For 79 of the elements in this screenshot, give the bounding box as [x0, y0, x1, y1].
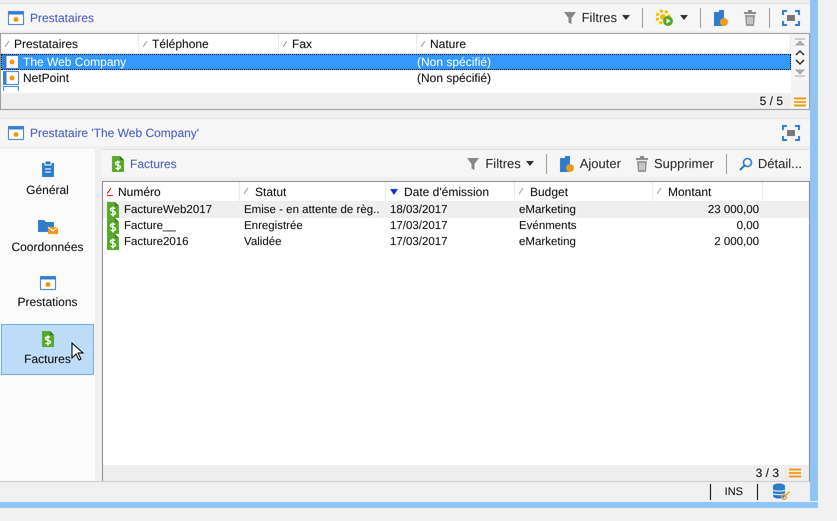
table-cell-text: 17/03/2017 — [389, 220, 449, 232]
scroll-up-icon[interactable] — [795, 49, 805, 56]
dollar-document-icon — [42, 331, 54, 347]
column-header[interactable]: Date d'émission — [386, 182, 515, 201]
table-cell-text: 2 000,00 — [713, 236, 760, 248]
mouse-cursor-icon — [71, 342, 85, 362]
sidebar-item[interactable]: Factures — [1, 324, 94, 375]
column-header[interactable]: Montant — [653, 182, 763, 201]
provider-name: NetPoint — [23, 71, 70, 85]
funnel-icon — [466, 156, 480, 170]
dollar-document-icon — [112, 156, 124, 172]
column-header[interactable]: Prestataires — [1, 34, 139, 53]
table-row[interactable]: FactureWeb2017 Emise - en attente de règ.. 18/03/2017 eMarketing 23 000,00 — [103, 202, 809, 218]
detail-button[interactable]: Détail... — [734, 154, 806, 173]
column-marker-icon — [519, 188, 525, 196]
column-marker-icon — [5, 40, 9, 46]
column-marker-icon — [244, 188, 250, 196]
dollar-document-icon — [107, 234, 119, 250]
folder-envelope-icon — [38, 219, 58, 235]
invoice-number: Facture2016 — [124, 236, 189, 248]
record-counter: 5 / 5 — [760, 94, 783, 108]
table-cell-text: Emise - en attente de règ.. — [243, 204, 381, 216]
table-row[interactable]: Facture2016 Validée 17/03/2017 eMarketing 2 000,00 — [103, 234, 809, 250]
sidebar-item[interactable]: Prestations — [1, 269, 94, 318]
column-marker-icon — [657, 188, 663, 196]
caret-icon — [622, 15, 630, 20]
delete-button[interactable]: Supprimer — [630, 154, 718, 174]
table-row[interactable]: Facture__ Enregistrée 17/03/2017 Evénments 0,00 — [103, 218, 809, 234]
table-cell: (Non spécifié) — [417, 55, 492, 69]
column-marker-icon — [283, 40, 287, 46]
table-cell: (Non spécifié) — [417, 71, 492, 85]
column-header[interactable]: Numéro — [103, 182, 240, 201]
table-cell-text: Enregistrée — [243, 220, 304, 232]
table-cell-text: eMarketing — [518, 236, 577, 248]
caret-icon — [526, 161, 534, 166]
scroll-down-icon[interactable] — [795, 59, 805, 66]
column-header[interactable]: Fax — [279, 34, 417, 53]
database-key-icon — [772, 483, 790, 501]
dollar-document-icon — [107, 218, 119, 234]
gear-play-icon — [655, 8, 675, 26]
filter-button[interactable]: Filtres — [558, 8, 634, 27]
add-button[interactable]: Ajouter — [554, 152, 625, 174]
invoice-number: Facture__ — [124, 220, 176, 232]
new-document-icon — [713, 8, 729, 26]
table-cell-text: Validée — [243, 236, 283, 248]
table-cell-text: Evénments — [518, 220, 578, 232]
dollar-document-icon — [107, 202, 119, 218]
invoice-number: FactureWeb2017 — [124, 204, 212, 216]
maximize-icon — [782, 10, 800, 26]
clipboard-icon — [40, 160, 54, 178]
column-header[interactable]: Budget — [515, 182, 653, 201]
trash-icon — [634, 156, 649, 172]
column-marker-icon — [107, 188, 113, 196]
trash-icon — [743, 10, 757, 26]
record-counter: 3 / 3 — [756, 466, 779, 480]
provider-name: The Web Company — [23, 55, 126, 69]
panel-title: Prestataire 'The Web Company' — [30, 126, 200, 140]
maximize-icon — [782, 124, 800, 140]
table-cell-text: 18/03/2017 — [389, 204, 449, 216]
section-title: Factures — [130, 156, 177, 170]
filter-button[interactable]: Filtres — [462, 154, 538, 173]
table-cell-text: 23 000,00 — [706, 204, 760, 216]
column-header[interactable]: Statut — [240, 182, 386, 201]
table-row[interactable]: NetPoint (Non spécifié) — [1, 70, 791, 86]
table-cell-text: 0,00 — [736, 220, 760, 232]
table-cell-text: eMarketing — [518, 204, 577, 216]
column-marker-icon — [143, 40, 147, 46]
sidebar-item[interactable]: Général — [1, 153, 94, 206]
caret-icon — [680, 15, 688, 20]
column-marker-icon — [421, 40, 425, 46]
table-cell-text: 17/03/2017 — [389, 236, 449, 248]
column-header[interactable]: Téléphone — [139, 34, 279, 53]
panel-title: Prestataires — [30, 10, 94, 24]
search-icon — [738, 156, 753, 170]
sidebar-item[interactable]: Coordonnées — [1, 212, 94, 263]
sort-descending-icon — [390, 188, 398, 194]
funnel-icon — [562, 10, 577, 24]
insert-mode-indicator: INS — [724, 486, 743, 498]
new-document-icon — [558, 154, 575, 172]
